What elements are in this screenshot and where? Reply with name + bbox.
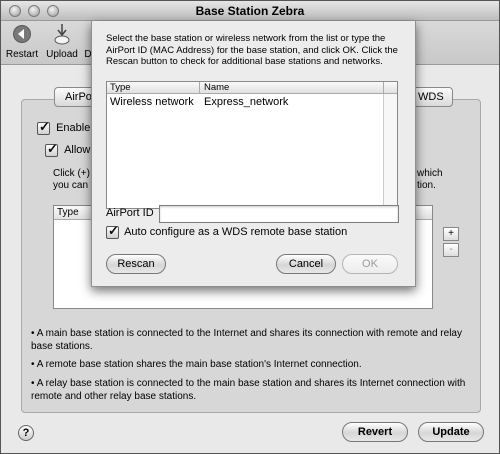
tion-text: tion. <box>417 180 436 191</box>
info-remote-base-station: • A remote base station shares the main … <box>31 359 362 370</box>
column-header-type[interactable]: Type <box>110 82 131 94</box>
add-station-button[interactable]: + <box>443 227 459 241</box>
allow-checkbox[interactable] <box>45 141 58 157</box>
cancel-button[interactable]: Cancel <box>276 254 336 274</box>
title-bar: Base Station Zebra <box>1 1 499 21</box>
column-divider <box>199 82 200 94</box>
window-title: Base Station Zebra <box>195 4 305 18</box>
app-window: Base Station Zebra Restart Upload D AirP… <box>0 0 500 454</box>
network-list-header: Type Name <box>107 82 397 94</box>
list-item[interactable]: Wireless network Express_network <box>107 94 397 110</box>
select-base-station-sheet: Select the base station or wireless netw… <box>91 21 416 287</box>
auto-configure-row[interactable]: Auto configure as a WDS remote base stat… <box>106 223 348 239</box>
upload-icon <box>50 23 74 45</box>
vertical-scrollbar[interactable] <box>383 94 397 208</box>
upload-button[interactable]: Upload <box>45 23 79 60</box>
info-main-base-station: • A main base station is connected to th… <box>31 328 462 352</box>
rescan-button[interactable]: Rescan <box>106 254 166 274</box>
restart-label: Restart <box>5 49 39 60</box>
airport-id-label: AirPort ID <box>106 207 154 219</box>
help-button[interactable]: ? <box>18 425 34 441</box>
update-button[interactable]: Update <box>418 422 484 442</box>
allow-label: Allow <box>64 144 91 157</box>
info-relay-base-station: • A relay base station is connected to t… <box>31 378 466 402</box>
which-text: which <box>417 168 443 179</box>
ok-button[interactable]: OK <box>342 254 398 274</box>
column-divider <box>383 82 384 94</box>
upload-label: Upload <box>46 49 78 60</box>
you-can-text: you can <box>53 180 89 191</box>
auto-configure-checkbox[interactable] <box>106 223 119 239</box>
network-list[interactable]: Type Name Wireless network Express_netwo… <box>106 81 398 209</box>
sheet-message: Select the base station or wireless netw… <box>106 33 398 67</box>
enable-wds-checkbox[interactable] <box>37 119 50 135</box>
airport-id-field[interactable] <box>159 205 399 223</box>
remove-station-button[interactable]: - <box>443 243 459 257</box>
auto-configure-label: Auto configure as a WDS remote base stat… <box>124 226 348 239</box>
network-type: Wireless network <box>110 96 194 108</box>
allow-row[interactable]: Allow <box>45 141 91 157</box>
enable-wds-row[interactable]: Enable t <box>37 119 96 135</box>
column-header-name[interactable]: Name <box>204 82 229 94</box>
restart-button[interactable]: Restart <box>5 23 39 60</box>
revert-button[interactable]: Revert <box>342 422 408 442</box>
click-plus-text: Click (+) <box>53 168 90 179</box>
network-name: Express_network <box>204 96 289 108</box>
restart-icon <box>10 23 34 45</box>
